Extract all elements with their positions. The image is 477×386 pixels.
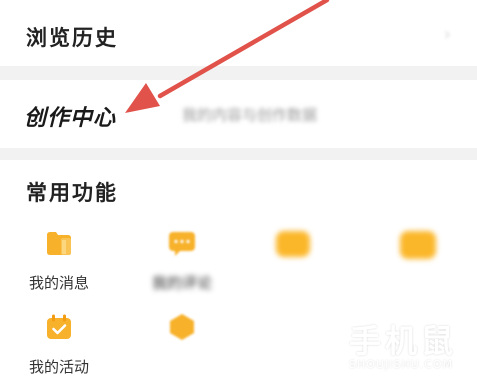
cloud-icon <box>276 231 310 257</box>
page: 浏览历史 › 创作中心 我的内容与创作数据 常用功能 我的消息 我的评论 我的活… <box>0 0 477 386</box>
func-label-comments: 我的评论 <box>151 274 212 292</box>
chat-icon <box>169 232 195 256</box>
func-item-3[interactable] <box>248 229 338 289</box>
creator-center-title[interactable]: 创作中心 <box>24 100 116 132</box>
creator-center-desc: 我的内容与创作数据 <box>182 106 318 124</box>
watermark-subtitle: SHOUJISHU.COM <box>349 358 454 371</box>
calendar-icon <box>47 314 71 339</box>
func-item-messages[interactable]: 我的消息 <box>14 229 104 292</box>
func-label-3 <box>248 272 338 290</box>
func-item-4[interactable] <box>373 229 463 289</box>
func-label-4 <box>373 272 463 290</box>
hexagon-icon <box>170 314 194 340</box>
func-item-comments[interactable]: 我的评论 <box>137 229 227 292</box>
watermark-title: 手机鼠 <box>349 322 458 360</box>
folder-icon <box>47 232 71 255</box>
func-item-6[interactable] <box>137 313 227 373</box>
func-label-6 <box>137 356 227 374</box>
watermark-logo-icon <box>291 320 337 364</box>
common-functions-title: 常用功能 <box>26 180 118 205</box>
watermark: 手机鼠 SHOUJISHU.COM <box>289 316 459 374</box>
func-label-messages: 我的消息 <box>28 274 89 292</box>
history-chevron-right-icon: › <box>443 24 451 45</box>
card-icon <box>400 231 436 259</box>
func-item-activities[interactable]: 我的活动 <box>14 313 104 376</box>
func-label-activities: 我的活动 <box>28 358 89 376</box>
history-title: 浏览历史 <box>26 25 118 50</box>
